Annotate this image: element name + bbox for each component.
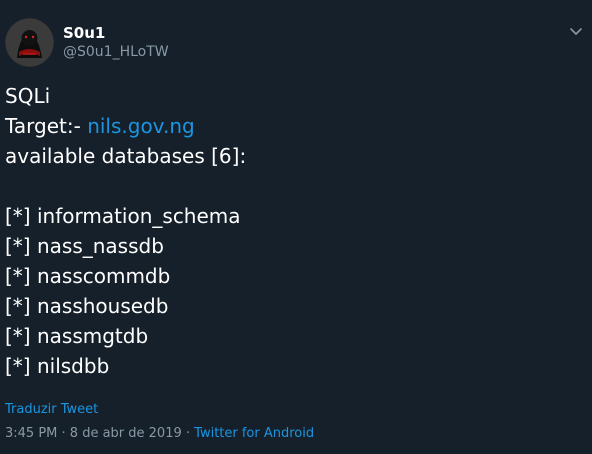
tweet-time[interactable]: 3:45 PM	[5, 426, 57, 441]
database-item: [*] nilsdbb	[5, 354, 110, 378]
username[interactable]: @S0u1_HLoTW	[63, 43, 169, 61]
display-name[interactable]: S0u1	[63, 24, 105, 42]
meta-separator: ·	[181, 426, 195, 441]
target-prefix: Target:-	[5, 114, 88, 138]
translate-tweet-link[interactable]: Traduzir Tweet	[5, 401, 98, 419]
tweet-card: S0u1 @S0u1_HLoTW SQLi Target:- nils.gov.…	[0, 0, 592, 454]
avatar[interactable]	[5, 18, 54, 67]
database-item: [*] nass_nassdb	[5, 234, 164, 258]
database-item: [*] nassmgtdb	[5, 324, 149, 348]
tweet-meta: 3:45 PM · 8 de abr de 2019 · Twitter for…	[5, 425, 314, 443]
avatar-image	[5, 18, 54, 67]
database-item: [*] nasscommdb	[5, 264, 171, 288]
tweet-text: SQLi Target:- nils.gov.ng available data…	[5, 81, 585, 381]
database-item: [*] information_schema	[5, 204, 241, 228]
tweet-date[interactable]: 8 de abr de 2019	[70, 426, 182, 441]
meta-separator: ·	[57, 426, 70, 441]
target-link[interactable]: nils.gov.ng	[87, 114, 195, 138]
database-item: [*] nasshousedb	[5, 294, 169, 318]
tweet-line-target: Target:- nils.gov.ng	[5, 111, 585, 141]
databases-heading: available databases [6]:	[5, 144, 247, 168]
tweet-line-sqli: SQLi	[5, 84, 51, 108]
chevron-down-icon[interactable]	[566, 24, 586, 40]
tweet-source-link[interactable]: Twitter for Android	[194, 426, 314, 441]
